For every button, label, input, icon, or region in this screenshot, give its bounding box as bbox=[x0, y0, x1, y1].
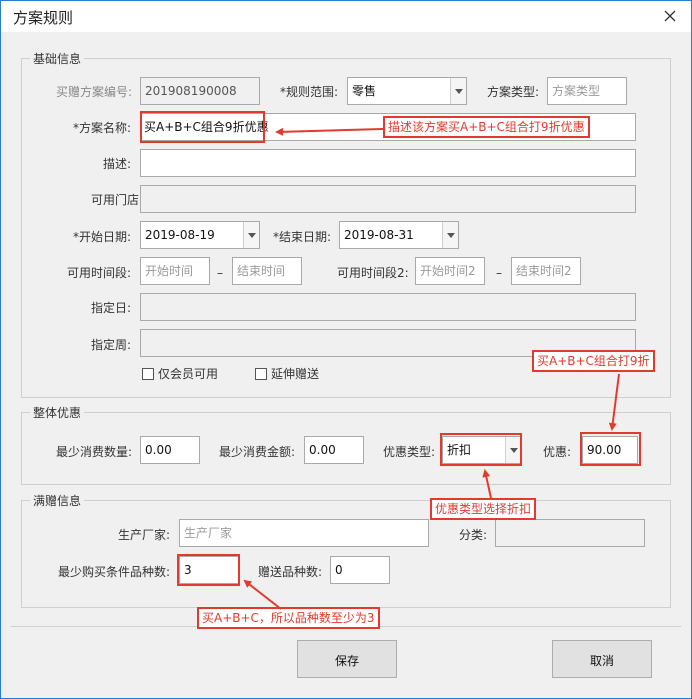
cancel-button[interactable]: 取消 bbox=[552, 640, 652, 678]
period2-end-input[interactable]: 结束时间2 bbox=[511, 257, 581, 285]
chevron-down-icon bbox=[447, 233, 455, 238]
gift-kinds-input[interactable]: 0 bbox=[330, 556, 390, 584]
week-label: 指定周: bbox=[91, 338, 132, 352]
period1-start-input[interactable]: 开始时间 bbox=[140, 257, 210, 285]
min-amount-input[interactable]: 0.00 bbox=[304, 436, 364, 464]
min-kinds-highlight-box bbox=[177, 554, 240, 586]
overall-discount-title: 整体优惠 bbox=[30, 404, 85, 421]
stores-label: 可用门店: bbox=[91, 193, 144, 207]
end-date-picker[interactable]: 2019-08-31 bbox=[339, 221, 459, 249]
period1-dash: – bbox=[217, 266, 223, 280]
chevron-down-icon bbox=[455, 89, 463, 94]
scope-select[interactable]: 零售 bbox=[347, 77, 467, 105]
discount-type-annotation: 优惠类型选择折扣 bbox=[430, 498, 537, 520]
dialog-window: 方案规则 基础信息 买赠方案编号: 201908190008 *规则范围: 零售… bbox=[0, 0, 692, 699]
member-only-checkbox[interactable] bbox=[142, 368, 154, 380]
type-input[interactable]: 方案类型 bbox=[547, 77, 627, 105]
chevron-down-icon bbox=[248, 233, 256, 238]
min-kinds-annotation: 买A+B+C，所以品种数至少为3 bbox=[197, 607, 380, 629]
name-highlight-box bbox=[140, 111, 265, 143]
discount-type-highlight-box bbox=[440, 433, 522, 466]
gift-kinds-label: 赠送品种数: bbox=[258, 565, 323, 579]
min-kinds-label: 最少购买条件品种数: bbox=[58, 565, 171, 579]
name-label: *方案名称: bbox=[73, 121, 132, 135]
start-date-label: *开始日期: bbox=[73, 230, 132, 244]
close-icon bbox=[664, 10, 676, 22]
min-qty-label: 最少消费数量: bbox=[56, 445, 133, 459]
discount-highlight-box bbox=[580, 432, 641, 466]
scope-dropdown-button[interactable] bbox=[450, 78, 466, 104]
scope-value: 零售 bbox=[352, 84, 377, 98]
start-date-value: 2019-08-19 bbox=[145, 228, 215, 242]
window-title: 方案规则 bbox=[13, 9, 74, 27]
gift-info-title: 满赠信息 bbox=[30, 492, 85, 509]
discount-type-label: 优惠类型: bbox=[383, 445, 436, 459]
maker-input[interactable]: 生产厂家 bbox=[179, 519, 429, 547]
scheme-no-label: 买赠方案编号: bbox=[56, 85, 133, 99]
maker-label: 生产厂家: bbox=[118, 528, 171, 542]
close-button[interactable] bbox=[655, 3, 685, 29]
name-annotation: 描述该方案买A+B+C组合打9折优惠 bbox=[383, 116, 590, 138]
end-date-label: *结束日期: bbox=[273, 230, 332, 244]
period2-start-input[interactable]: 开始时间2 bbox=[415, 257, 485, 285]
save-button-label: 保存 bbox=[334, 654, 359, 668]
discount-annotation: 买A+B+C组合打9折 bbox=[532, 350, 655, 372]
end-date-value: 2019-08-31 bbox=[344, 228, 414, 242]
member-only-label: 仅会员可用 bbox=[158, 367, 219, 381]
day-label: 指定日: bbox=[91, 301, 132, 315]
category-field[interactable] bbox=[495, 519, 645, 547]
stores-field[interactable] bbox=[140, 185, 636, 213]
title-bar: 方案规则 bbox=[1, 1, 691, 32]
desc-input[interactable] bbox=[140, 149, 636, 177]
min-amount-label: 最少消费金额: bbox=[219, 445, 296, 459]
start-date-picker[interactable]: 2019-08-19 bbox=[140, 221, 260, 249]
gift-info-group: 满赠信息 bbox=[21, 492, 671, 608]
basic-info-title: 基础信息 bbox=[30, 50, 85, 67]
day-field[interactable] bbox=[140, 293, 636, 321]
min-qty-input[interactable]: 0.00 bbox=[140, 436, 200, 464]
save-button[interactable]: 保存 bbox=[297, 640, 397, 678]
desc-label: 描述: bbox=[103, 157, 132, 171]
category-label: 分类: bbox=[459, 528, 488, 542]
period2-label: 可用时间段2: bbox=[337, 266, 409, 280]
end-date-dropdown[interactable] bbox=[442, 222, 458, 248]
extend-gift-label: 延伸赠送 bbox=[271, 367, 320, 381]
cancel-button-label: 取消 bbox=[589, 654, 614, 668]
period2-dash: – bbox=[496, 266, 502, 280]
scheme-no-field: 201908190008 bbox=[140, 77, 260, 105]
start-date-dropdown[interactable] bbox=[243, 222, 259, 248]
period1-label: 可用时间段: bbox=[67, 266, 132, 280]
period1-end-input[interactable]: 结束时间 bbox=[232, 257, 302, 285]
scope-label: *规则范围: bbox=[280, 85, 339, 99]
discount-label: 优惠: bbox=[543, 445, 572, 459]
extend-gift-checkbox[interactable] bbox=[255, 368, 267, 380]
type-label: 方案类型: bbox=[487, 85, 540, 99]
